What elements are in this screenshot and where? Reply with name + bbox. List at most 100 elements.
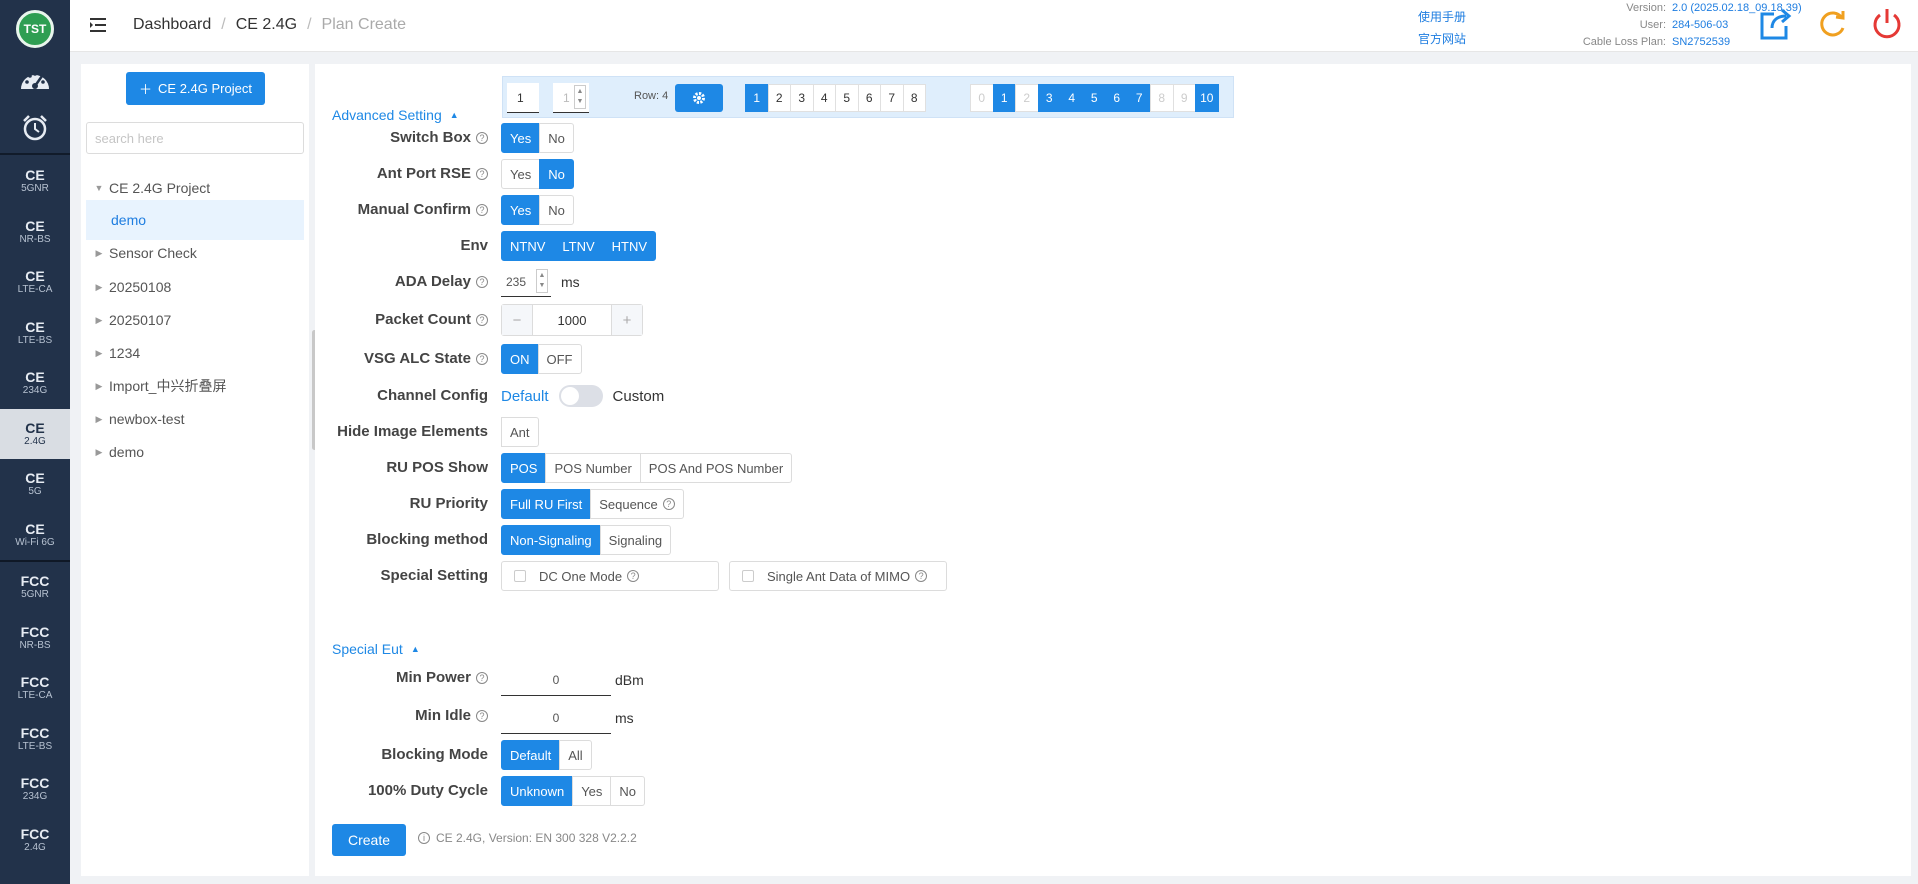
ada-delay-input[interactable]: 235 ▲ ▼	[501, 267, 551, 297]
refresh-icon[interactable]	[1814, 6, 1850, 42]
rail-item-subtitle: 5GNR	[21, 589, 49, 601]
option-yes[interactable]: Yes	[501, 123, 541, 153]
rail-item-ce-lte-bs[interactable]: CE LTE-BS	[0, 308, 70, 359]
cable-loss-value[interactable]: SN2752539	[1672, 34, 1730, 51]
rail-item-fcc[interactable]: FCC	[0, 865, 70, 884]
tree-node[interactable]: ▶ demo	[86, 432, 304, 472]
decrement-button[interactable]: −	[502, 305, 532, 335]
option-pos-and-pos-number[interactable]: POS And POS Number	[639, 453, 793, 483]
packet-count-value[interactable]: 1000	[532, 305, 612, 335]
switch-box-row: Switch Box? Yes No	[315, 123, 1315, 153]
strip1-button[interactable]: 6	[857, 84, 881, 112]
option-sequence[interactable]: Sequence?	[590, 489, 684, 519]
caret-right-icon[interactable]: ▶	[89, 381, 109, 392]
row-stepper-input[interactable]: 1 ▲ ▼	[553, 83, 589, 113]
strip1-button[interactable]: 2	[767, 84, 791, 112]
option-default[interactable]: Default	[501, 740, 561, 770]
export-icon[interactable]	[1758, 6, 1794, 42]
official-site-link[interactable]: 官方网站	[1418, 28, 1466, 50]
rail-item-ce-5g[interactable]: CE 5G	[0, 459, 70, 510]
channel-config-switch[interactable]	[558, 385, 603, 407]
option-no[interactable]: No	[610, 776, 646, 806]
option-signaling[interactable]: Signaling	[599, 525, 672, 555]
strip1-button[interactable]: 3	[790, 84, 814, 112]
alarm-clock-icon[interactable]	[0, 104, 70, 152]
menu-toggle-icon[interactable]	[88, 15, 108, 35]
option-pos-number[interactable]: POS Number	[545, 453, 641, 483]
caret-right-icon[interactable]: ▶	[89, 414, 109, 425]
option-label: No	[619, 783, 637, 799]
option-yes[interactable]: Yes	[501, 159, 541, 189]
stepper-arrows-icon[interactable]: ▲ ▼	[574, 85, 586, 109]
manual-confirm-row: Manual Confirm? Yes No	[315, 195, 1315, 225]
option-ltnv[interactable]: LTNV	[553, 231, 604, 261]
option-yes[interactable]: Yes	[501, 195, 541, 225]
option-all[interactable]: All	[559, 740, 592, 770]
strip1-button[interactable]: 1	[745, 84, 769, 112]
breadcrumb-dashboard[interactable]: Dashboard	[133, 16, 211, 34]
option-ntnv[interactable]: NTNV	[501, 231, 555, 261]
rail-item-fcc-lte-bs[interactable]: FCC LTE-BS	[0, 714, 70, 765]
option-unknown[interactable]: Unknown	[501, 776, 574, 806]
caret-down-icon[interactable]: ▼	[89, 183, 109, 193]
option-no[interactable]: No	[539, 159, 574, 189]
rail-item-fcc-lte-ca[interactable]: FCC LTE-CA	[0, 663, 70, 714]
strip2-button[interactable]: 6	[1105, 84, 1129, 112]
rail-item-fcc-5gnr[interactable]: FCC 5GNR	[0, 562, 70, 613]
option-on[interactable]: ON	[501, 344, 539, 374]
rail-item-ce-wi-fi-6g[interactable]: CE Wi-Fi 6G	[0, 510, 70, 561]
position-input[interactable]: 1	[507, 83, 539, 113]
rail-item-ce-lte-ca[interactable]: CE LTE-CA	[0, 257, 70, 308]
strip1-button[interactable]: 5	[835, 84, 859, 112]
strip1-button[interactable]: 8	[902, 84, 926, 112]
breadcrumb-ce-2-4g[interactable]: CE 2.4G	[236, 16, 297, 34]
caret-right-icon[interactable]: ▶	[89, 282, 109, 293]
strip2-button[interactable]: 7	[1127, 84, 1151, 112]
add-project-button[interactable]: ＋ CE 2.4G Project	[126, 72, 265, 105]
option-no[interactable]: No	[539, 195, 574, 225]
dashboard-icon[interactable]	[0, 56, 70, 104]
min-power-input[interactable]: 0	[501, 664, 611, 696]
strip1-button[interactable]: 4	[812, 84, 836, 112]
strip2-button[interactable]: 3	[1037, 84, 1061, 112]
strip2-button[interactable]: 10	[1195, 84, 1219, 112]
option-yes[interactable]: Yes	[572, 776, 612, 806]
user-manual-link[interactable]: 使用手册	[1418, 6, 1466, 28]
strip1-button[interactable]: 7	[880, 84, 904, 112]
rail-item-fcc-nr-bs[interactable]: FCC NR-BS	[0, 613, 70, 664]
rail-item-fcc-234g[interactable]: FCC 234G	[0, 764, 70, 815]
option-pos[interactable]: POS	[501, 453, 547, 483]
dc-one-mode-checkbox[interactable]: DC One Mode?	[501, 561, 719, 591]
option-off[interactable]: OFF	[537, 344, 582, 374]
strip2-button: 0	[970, 84, 994, 112]
advanced-setting-toggle[interactable]: Advanced Setting ▲	[332, 107, 459, 123]
min-idle-input[interactable]: 0	[501, 702, 611, 734]
caret-right-icon[interactable]: ▶	[89, 348, 109, 359]
strip2-button[interactable]: 1	[992, 84, 1016, 112]
increment-button[interactable]: +	[612, 305, 642, 335]
create-button[interactable]: Create	[332, 824, 406, 856]
strip2-button[interactable]: 4	[1060, 84, 1084, 112]
rail-item-ce-nr-bs[interactable]: CE NR-BS	[0, 207, 70, 258]
option-non-signaling[interactable]: Non-Signaling	[501, 525, 601, 555]
blocking-mode-row: Blocking Mode Default All	[315, 740, 1315, 770]
option-no[interactable]: No	[539, 123, 574, 153]
help-icon: ?	[476, 672, 488, 684]
option-htnv[interactable]: HTNV	[602, 231, 657, 261]
caret-right-icon[interactable]: ▶	[89, 447, 109, 458]
settings-button[interactable]	[675, 84, 723, 112]
rail-item-ce-234g[interactable]: CE 234G	[0, 358, 70, 409]
caret-right-icon[interactable]: ▶	[89, 315, 109, 326]
rail-item-ce-5gnr[interactable]: CE 5GNR	[0, 156, 70, 207]
tree-search-input[interactable]	[86, 122, 304, 154]
option-full-ru-first[interactable]: Full RU First	[501, 489, 592, 519]
power-icon[interactable]	[1869, 6, 1905, 42]
rail-item-fcc-2-4g[interactable]: FCC 2.4G	[0, 815, 70, 866]
strip2-button[interactable]: 5	[1082, 84, 1106, 112]
single-ant-mimo-checkbox[interactable]: Single Ant Data of MIMO?	[729, 561, 947, 591]
stepper-arrows-icon[interactable]: ▲ ▼	[536, 269, 548, 293]
rail-item-ce-2-4g[interactable]: CE 2.4G	[0, 408, 70, 459]
option-ant[interactable]: Ant	[501, 417, 539, 447]
special-eut-toggle[interactable]: Special Eut ▲	[332, 641, 420, 657]
caret-right-icon[interactable]: ▶	[89, 248, 109, 259]
